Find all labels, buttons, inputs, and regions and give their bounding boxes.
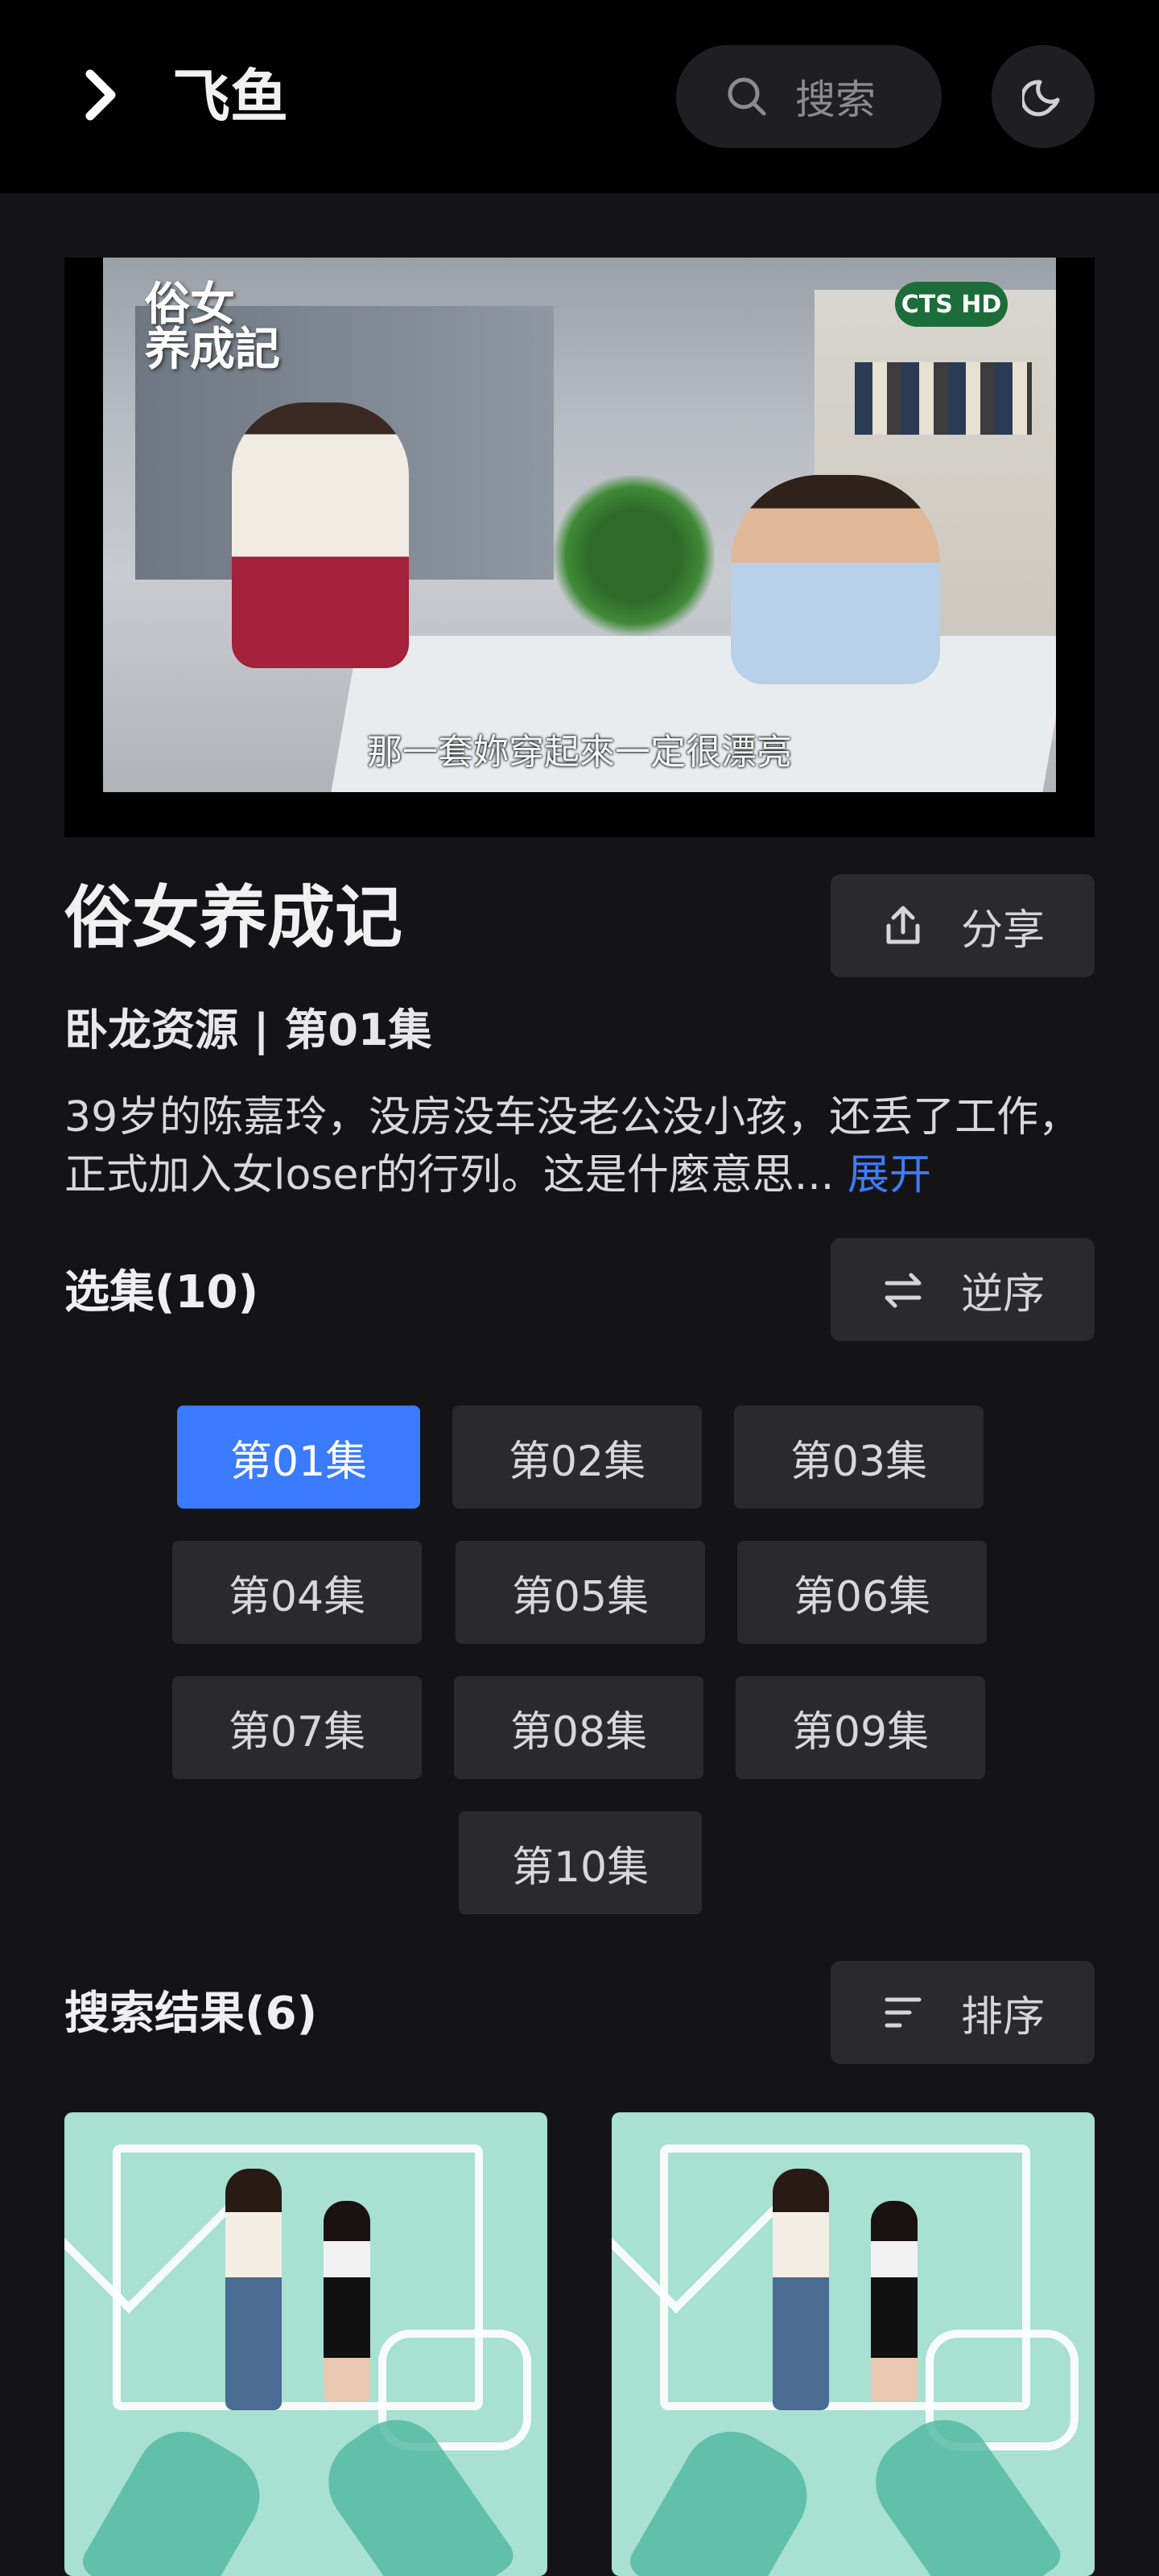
episode-button-03[interactable]: 第03集 (734, 1406, 984, 1509)
scene-woman (232, 402, 409, 668)
search-placeholder: 搜索 (795, 76, 876, 123)
result-poster-2[interactable] (612, 2112, 1095, 2576)
moon-icon (1022, 80, 1060, 117)
episode-button-02[interactable]: 第02集 (452, 1406, 702, 1509)
reverse-order-label: 逆序 (961, 1269, 1046, 1319)
search-icon (728, 77, 766, 116)
sort-icon (885, 1997, 922, 2028)
scene-man (731, 475, 940, 684)
search-input[interactable]: 搜索 (676, 45, 942, 148)
sort-button[interactable]: 排序 (831, 1961, 1095, 2064)
poster-art-figure (773, 2169, 829, 2410)
poster-art-figure (324, 2201, 370, 2402)
episode-button-05[interactable]: 第05集 (456, 1541, 705, 1644)
result-poster-1[interactable] (64, 2112, 547, 2576)
episodes-section-title: 选集(10) (64, 1266, 259, 1319)
episode-button-08[interactable]: 第08集 (454, 1676, 703, 1779)
theme-toggle-button[interactable] (992, 45, 1095, 148)
video-frame[interactable]: 俗女 养成記 CTS HD 那一套妳穿起來一定很漂亮 (103, 258, 1056, 792)
show-description: 39岁的陈嘉玲，没房没车没老公没小孩，还丢了工作，正式加入女loser的行列。这… (64, 1088, 1095, 1204)
source-episode-meta: 卧龙资源 | 第01集 (64, 1005, 432, 1055)
episode-button-04[interactable]: 第04集 (172, 1541, 422, 1644)
show-logo-overlay: 俗女 养成記 (145, 278, 280, 376)
results-section-title: 搜索结果(6) (64, 1988, 318, 2040)
poster-art-shadow (624, 2413, 825, 2576)
episode-button-06[interactable]: 第06集 (737, 1541, 987, 1644)
episode-button-09[interactable]: 第09集 (736, 1676, 985, 1779)
video-subtitle: 那一套妳穿起來一定很漂亮 (367, 732, 792, 773)
reverse-order-button[interactable]: 逆序 (831, 1238, 1095, 1341)
episode-button-10[interactable]: 第10集 (459, 1811, 702, 1914)
video-player[interactable]: 俗女 养成記 CTS HD 那一套妳穿起來一定很漂亮 (64, 258, 1095, 837)
top-bar: 飞鱼 搜索 (0, 0, 1159, 193)
poster-art-shadow (76, 2413, 278, 2576)
episode-button-01[interactable]: 第01集 (177, 1406, 420, 1509)
poster-art-figure (871, 2201, 918, 2402)
poster-art-figure (225, 2169, 282, 2410)
share-icon (886, 906, 920, 944)
sort-label: 排序 (961, 1992, 1046, 2041)
share-label: 分享 (961, 906, 1046, 955)
app-title: 飞鱼 (172, 63, 289, 130)
episode-button-07[interactable]: 第07集 (172, 1676, 422, 1779)
show-title: 俗女养成记 (64, 878, 403, 957)
scene-plant (554, 475, 715, 636)
share-button[interactable]: 分享 (831, 874, 1095, 977)
channel-badge: CTS HD (895, 282, 1008, 327)
expand-link[interactable]: 展开 (848, 1151, 931, 1199)
chevron-right-icon[interactable] (72, 66, 130, 124)
swap-icon (885, 1273, 922, 1308)
scene-books (855, 362, 1032, 435)
